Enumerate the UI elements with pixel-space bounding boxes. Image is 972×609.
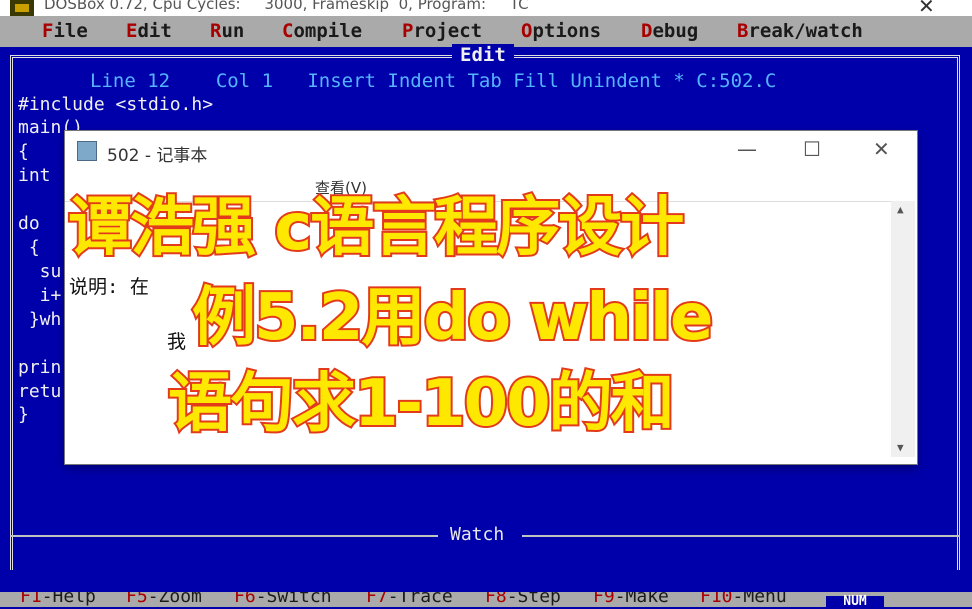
code-line[interactable]: { [18, 140, 29, 163]
code-line[interactable]: }wh [18, 308, 62, 331]
menu-file-hotkey: F [42, 20, 54, 42]
menu-compile-hotkey: C [282, 20, 294, 42]
menu-compile-label: ompile [293, 20, 363, 42]
code-line[interactable]: int [18, 164, 51, 187]
fkey-trace[interactable]: F7-Trace [366, 592, 453, 607]
editor-status-line: Line 12 Col 1 Insert Indent Tab Fill Uni… [90, 70, 777, 92]
scroll-up-icon[interactable]: ▲ [897, 203, 904, 216]
code-line[interactable]: { [18, 236, 40, 259]
watch-divider-right [522, 535, 960, 537]
fkey-zoom-label: -Zoom [147, 592, 202, 607]
watch-divider-left [10, 535, 438, 537]
menu-edit-label: dit [137, 20, 172, 42]
fkey-switch-label: -Switch [255, 592, 332, 607]
fkey-help-label: -Help [41, 592, 96, 607]
code-line[interactable]: prin [18, 356, 61, 379]
menu-debug-label: ebug [652, 20, 699, 42]
menu-run-label: un [221, 20, 245, 42]
code-line[interactable]: retu [18, 380, 61, 403]
overlay-caption-line1: 谭浩强 c语言程序设计 [66, 189, 686, 267]
watch-window-title: Watch [450, 524, 505, 545]
fkey-help-key: F1 [20, 592, 42, 607]
menu-options-label: ptions [532, 20, 602, 42]
fkey-menu-label: -Menu [732, 592, 787, 607]
fkey-menu[interactable]: F10-Menu [700, 592, 787, 607]
code-line[interactable]: do [18, 212, 40, 235]
menu-file-label: ile [53, 20, 88, 42]
code-line[interactable]: i+ [18, 284, 62, 307]
fkey-trace-label: -Trace [387, 592, 453, 607]
fkey-zoom[interactable]: F5-Zoom [126, 592, 202, 607]
num-lock-indicator: NUM [826, 595, 884, 608]
overlay-caption-line2: 例5.2用do while [190, 279, 715, 357]
menu-debug-hotkey: D [641, 20, 653, 42]
fkey-step[interactable]: F8-Step [485, 592, 561, 607]
menu-project-hotkey: P [402, 20, 414, 42]
edit-window-title: Edit [452, 44, 514, 66]
close-icon[interactable]: ✕ [873, 137, 890, 161]
menu-edit-hotkey: E [126, 20, 138, 42]
code-line[interactable]: su [18, 260, 62, 283]
menu-compile[interactable]: Compile [282, 20, 362, 42]
notepad-title: 502 - 记事本 [107, 146, 208, 166]
fkey-step-label: -Step [506, 592, 561, 607]
menu-edit[interactable]: Edit [126, 20, 172, 42]
menu-options[interactable]: Options [521, 20, 601, 42]
menu-project[interactable]: Project [402, 20, 482, 42]
dosbox-window-title: DOSBox 0.72, Cpu Cycles: 3000, Frameskip… [44, 0, 529, 13]
notepad-text-line: 说明: 在 [69, 276, 149, 298]
menu-debug[interactable]: Debug [641, 20, 698, 42]
fkey-switch[interactable]: F6-Switch [234, 592, 332, 607]
menu-break-watch-label: reak/watch [748, 20, 863, 42]
menu-break-watch[interactable]: Break/watch [737, 20, 863, 42]
overlay-caption-line3: 语句求1-100的和 [166, 365, 677, 443]
fkey-menu-key: F10 [700, 592, 733, 607]
fkey-make[interactable]: F9-Make [593, 592, 669, 607]
notepad-icon [77, 141, 97, 161]
dosbox-app-icon [10, 0, 34, 16]
fkey-trace-key: F7 [366, 592, 388, 607]
menu-run-hotkey: R [210, 20, 222, 42]
menu-file[interactable]: File [42, 20, 88, 42]
code-line[interactable]: #include <stdio.h> [18, 93, 213, 116]
notepad-scrollbar[interactable] [891, 201, 915, 457]
menu-run[interactable]: Run [210, 20, 244, 42]
fkey-make-label: -Make [614, 592, 669, 607]
fkey-make-key: F9 [593, 592, 615, 607]
notepad-text-line: 我 [167, 331, 187, 353]
minimize-icon[interactable]: — [737, 137, 757, 161]
menu-break-watch-hotkey: B [737, 20, 749, 42]
fkey-zoom-key: F5 [126, 592, 148, 607]
fkey-help[interactable]: F1-Help [20, 592, 96, 607]
fkey-switch-key: F6 [234, 592, 256, 607]
menu-project-label: roject [413, 20, 483, 42]
maximize-icon[interactable]: ☐ [803, 137, 821, 161]
code-line[interactable]: } [18, 403, 29, 426]
scroll-down-icon[interactable]: ▼ [897, 441, 904, 454]
fkey-step-key: F8 [485, 592, 507, 607]
menu-options-hotkey: O [521, 20, 533, 42]
